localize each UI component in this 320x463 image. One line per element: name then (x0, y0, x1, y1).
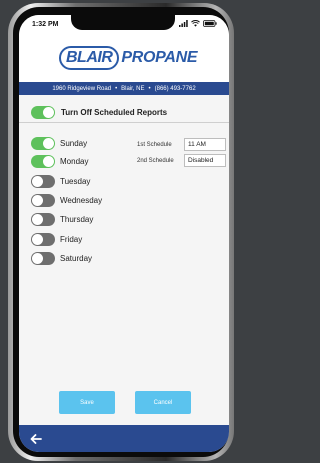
status-icons (179, 20, 217, 27)
address-separator: • (115, 85, 118, 92)
scheduled-reports-label: Turn Off Scheduled Reports (61, 108, 168, 117)
day-label-saturday: Saturday (60, 254, 93, 263)
cellular-signal-icon (179, 20, 188, 27)
day-label-friday: Friday (60, 235, 83, 244)
scheduled-reports-toggle[interactable] (31, 106, 55, 119)
day-label-wednesday: Wednesday (60, 196, 103, 205)
toggle-knob (32, 214, 43, 225)
app-screen: 1:32 PM BLAIR PROPANE 1960 Ridgeview Roa… (19, 15, 229, 452)
toggle-knob (32, 253, 43, 264)
section-divider (19, 122, 229, 123)
bottom-nav-bar (19, 425, 229, 452)
camera-notch (71, 15, 175, 30)
logo-blair-pill: BLAIR (59, 46, 120, 70)
toggle-knob (32, 176, 43, 187)
toggle-tuesday[interactable] (31, 175, 55, 188)
toggle-wednesday[interactable] (31, 194, 55, 207)
toggle-knob (32, 234, 43, 245)
battery-icon (203, 20, 217, 27)
status-bar: 1:32 PM (19, 15, 229, 37)
cancel-button[interactable]: Cancel (135, 391, 191, 414)
address-phone: (866) 493-7762 (154, 85, 196, 92)
first-schedule-field[interactable]: 11 AM (184, 138, 226, 151)
toggle-thursday[interactable] (31, 213, 55, 226)
day-label-sunday: Sunday (60, 139, 88, 148)
status-time: 1:32 PM (32, 21, 59, 28)
second-schedule-field[interactable]: Disabled (184, 154, 226, 167)
toggle-friday[interactable] (31, 233, 55, 246)
address-bar: 1960 Ridgeview Road • Blair, NE • (866) … (19, 82, 229, 95)
blair-propane-logo: BLAIR PROPANE (59, 43, 198, 73)
toggle-sunday[interactable] (31, 137, 55, 150)
toggle-knob (32, 195, 43, 206)
day-label-monday: Monday (60, 157, 89, 166)
toggle-knob (43, 107, 54, 118)
second-schedule-label: 2nd Schedule (137, 158, 174, 164)
save-button[interactable]: Save (59, 391, 115, 414)
wifi-icon (191, 20, 200, 27)
back-arrow-icon[interactable] (30, 434, 42, 444)
address-street: 1960 Ridgeview Road (52, 85, 112, 92)
toggle-knob (43, 138, 54, 149)
day-label-thursday: Thursday (60, 215, 94, 224)
address-city: Blair, NE (121, 85, 145, 92)
day-label-tuesday: Tuesday (60, 177, 91, 186)
toggle-saturday[interactable] (31, 252, 55, 265)
logo-propane-text: PROPANE (121, 49, 198, 66)
brand-header: BLAIR PROPANE (19, 37, 229, 82)
first-schedule-label: 1st Schedule (137, 142, 172, 148)
toggle-monday[interactable] (31, 155, 55, 168)
address-separator: • (148, 85, 151, 92)
toggle-knob (43, 156, 54, 167)
